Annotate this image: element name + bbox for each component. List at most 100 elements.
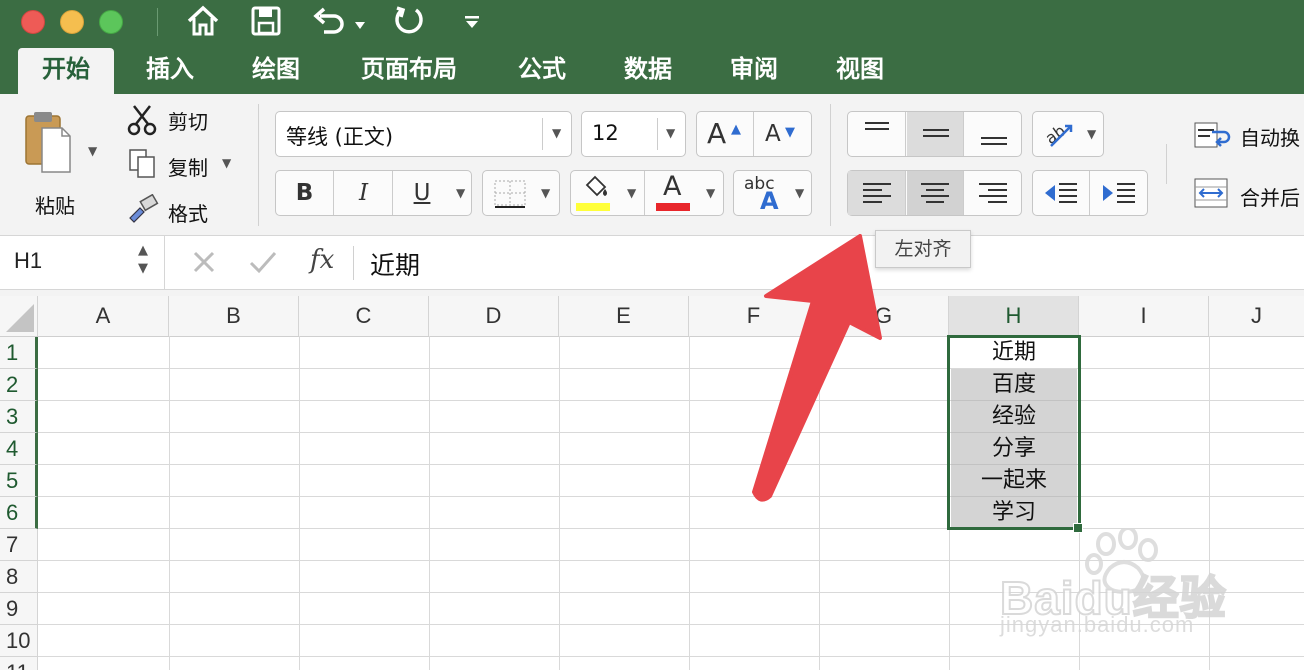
excel-window: 开始 插入 绘图 页面布局 公式 数据 审阅 视图 ▼ 粘贴 剪切 复制 ▼ 格… bbox=[0, 0, 1304, 670]
font-name-value: 等线 (正文) bbox=[286, 125, 394, 149]
align-center-icon bbox=[921, 183, 949, 203]
undo-icon[interactable] bbox=[312, 5, 348, 37]
undo-dropdown-icon[interactable] bbox=[354, 16, 366, 29]
select-all-corner[interactable] bbox=[0, 296, 38, 336]
underline-button[interactable]: U bbox=[394, 171, 450, 215]
orientation-button[interactable]: ab ▼ bbox=[1032, 111, 1104, 157]
font-name-select[interactable]: 等线 (正文) ▼ bbox=[275, 111, 572, 157]
font-color-button[interactable]: A ▼ bbox=[646, 171, 723, 215]
minimize-window-button[interactable] bbox=[60, 10, 84, 34]
tab-draw[interactable]: 绘图 bbox=[234, 48, 318, 94]
column-header-a[interactable]: A bbox=[38, 296, 169, 336]
copy-dropdown-icon[interactable]: ▼ bbox=[222, 156, 231, 170]
tab-review[interactable]: 审阅 bbox=[712, 48, 796, 94]
tab-view[interactable]: 视图 bbox=[818, 48, 902, 94]
align-left-button[interactable] bbox=[848, 171, 906, 215]
paste-dropdown-icon[interactable]: ▼ bbox=[88, 144, 97, 158]
column-header-d[interactable]: D bbox=[429, 296, 559, 336]
column-header-e[interactable]: E bbox=[559, 296, 689, 336]
row-line bbox=[38, 464, 1304, 465]
row-header-2[interactable]: 2 bbox=[0, 369, 38, 401]
row-header-6[interactable]: 6 bbox=[0, 497, 38, 529]
column-header-h[interactable]: H bbox=[949, 296, 1079, 336]
row-header-11[interactable]: 11 bbox=[0, 657, 38, 670]
name-box[interactable]: H1 ▲ ▼ bbox=[0, 236, 165, 290]
row-header-10[interactable]: 10 bbox=[0, 625, 38, 657]
column-header-i[interactable]: I bbox=[1079, 296, 1209, 336]
decrease-font-size-button[interactable]: A ▼ bbox=[755, 112, 812, 156]
format-painter-button[interactable]: 格式 bbox=[124, 192, 224, 228]
close-window-button[interactable] bbox=[21, 10, 45, 34]
insert-function-button[interactable]: fx bbox=[310, 245, 334, 275]
font-color-swatch bbox=[656, 203, 690, 211]
customize-toolbar-icon[interactable] bbox=[463, 14, 481, 30]
merge-center-button[interactable]: 合并后 bbox=[1192, 176, 1304, 210]
decrease-indent-button[interactable] bbox=[1033, 171, 1090, 215]
column-header-g[interactable]: G bbox=[819, 296, 949, 336]
font-size-select[interactable]: 12 ▼ bbox=[581, 111, 686, 157]
wrap-text-icon bbox=[1194, 122, 1231, 148]
tab-data[interactable]: 数据 bbox=[606, 48, 690, 94]
row-header-1[interactable]: 1 bbox=[0, 337, 38, 369]
merge-cells-icon bbox=[1194, 178, 1228, 208]
borders-dropdown-icon[interactable]: ▼ bbox=[541, 186, 550, 200]
row-header-3[interactable]: 3 bbox=[0, 401, 38, 433]
formula-input[interactable]: 近期 bbox=[370, 246, 420, 282]
column-line bbox=[559, 336, 560, 670]
zoom-window-button[interactable] bbox=[99, 10, 123, 34]
row-header-5[interactable]: 5 bbox=[0, 465, 38, 497]
italic-button[interactable]: I bbox=[335, 171, 393, 215]
phonetic-dropdown-icon[interactable]: ▼ bbox=[795, 186, 804, 200]
tab-formulas[interactable]: 公式 bbox=[500, 48, 584, 94]
underline-dropdown-icon[interactable]: ▼ bbox=[456, 186, 465, 200]
fill-color-button[interactable]: ▼ bbox=[571, 171, 645, 215]
column-header-b[interactable]: B bbox=[169, 296, 299, 336]
align-right-button[interactable] bbox=[965, 171, 1022, 215]
baidu-watermark: Baidu经验 jingyan.baidu.com bbox=[999, 528, 1300, 640]
increase-font-size-button[interactable]: A ▲ bbox=[697, 112, 754, 156]
row-line bbox=[38, 656, 1304, 657]
row-header-9[interactable]: 9 bbox=[0, 593, 38, 625]
home-icon[interactable] bbox=[186, 4, 220, 38]
font-name-dropdown-icon[interactable]: ▼ bbox=[552, 126, 561, 140]
column-line bbox=[169, 336, 170, 670]
column-header-c[interactable]: C bbox=[299, 296, 429, 336]
align-middle-button[interactable] bbox=[907, 112, 964, 156]
align-top-button[interactable] bbox=[848, 112, 906, 156]
triangle-up-icon: ▲ bbox=[731, 122, 741, 137]
copy-button[interactable]: 复制 ▼ bbox=[124, 146, 234, 182]
font-size-dropdown-icon[interactable]: ▼ bbox=[666, 126, 675, 140]
title-bar bbox=[0, 0, 1304, 50]
borders-button[interactable]: ▼ bbox=[482, 170, 560, 216]
phonetic-button[interactable]: abc A ▼ bbox=[733, 170, 812, 216]
align-bottom-button[interactable] bbox=[965, 112, 1022, 156]
redo-icon[interactable] bbox=[392, 4, 426, 38]
column-line bbox=[429, 336, 430, 670]
name-box-stepper-icon[interactable]: ▲ ▼ bbox=[138, 242, 148, 278]
wrap-text-button[interactable]: 自动换 bbox=[1192, 118, 1304, 152]
row-header-8[interactable]: 8 bbox=[0, 561, 38, 593]
row-header-7[interactable]: 7 bbox=[0, 529, 38, 561]
tab-home[interactable]: 开始 bbox=[18, 48, 114, 94]
cut-label: 剪切 bbox=[168, 110, 208, 134]
cut-button[interactable]: 剪切 bbox=[124, 102, 224, 138]
enter-icon[interactable] bbox=[248, 248, 278, 276]
save-icon[interactable] bbox=[250, 5, 282, 37]
increase-indent-button[interactable] bbox=[1091, 171, 1148, 215]
fill-color-dropdown-icon[interactable]: ▼ bbox=[627, 186, 636, 200]
column-line bbox=[819, 336, 820, 670]
row-line bbox=[38, 432, 1304, 433]
cancel-icon[interactable] bbox=[190, 248, 218, 276]
paste-button[interactable]: ▼ 粘贴 bbox=[18, 106, 102, 218]
triangle-down-icon: ▼ bbox=[785, 125, 795, 140]
tab-insert[interactable]: 插入 bbox=[128, 48, 212, 94]
column-header-f[interactable]: F bbox=[689, 296, 819, 336]
group-divider bbox=[830, 104, 831, 226]
bold-button[interactable]: B bbox=[276, 171, 334, 215]
font-color-dropdown-icon[interactable]: ▼ bbox=[706, 186, 715, 200]
row-header-4[interactable]: 4 bbox=[0, 433, 38, 465]
tab-page-layout[interactable]: 页面布局 bbox=[346, 48, 472, 94]
align-center-button[interactable] bbox=[907, 171, 964, 215]
column-header-j[interactable]: J bbox=[1209, 296, 1304, 336]
orientation-dropdown-icon[interactable]: ▼ bbox=[1087, 127, 1096, 141]
